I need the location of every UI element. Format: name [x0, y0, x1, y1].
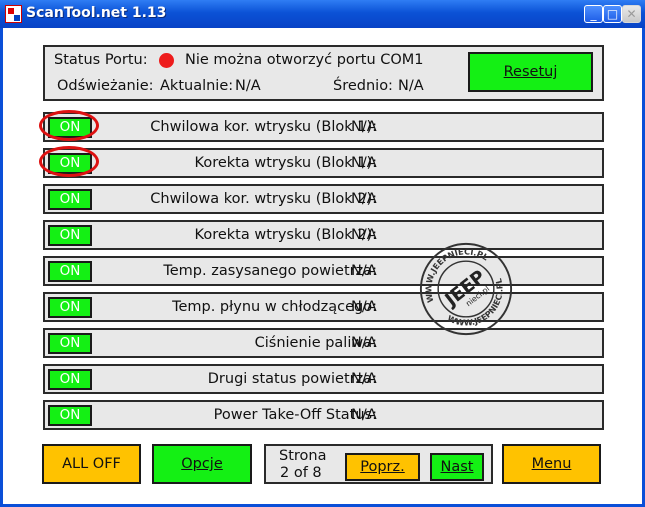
sensor-label: Temp. zasysanego powietrza:	[163, 263, 377, 279]
sensor-toggle-button[interactable]: ON	[48, 261, 92, 282]
next-page-label: Nast	[440, 459, 474, 475]
sensor-row: ON Ciśnienie paliwa: N/A	[43, 328, 604, 358]
pager-panel: Strona 2 of 8 Poprz. Nast	[264, 444, 493, 484]
sensor-value: N/A	[351, 119, 377, 135]
jeepnieci-watermark-stamp: WWW.JEEPNIECI.PL WWW.JEEPNIECI.PL JEEP n…	[418, 241, 514, 337]
sensor-row: ON Chwilowa kor. wtrysku (Blok 2): N/A	[43, 184, 604, 214]
current-rate-label: Aktualnie:	[160, 78, 234, 94]
average-rate-label: Średnio:	[333, 78, 393, 94]
sensor-value: N/A	[351, 407, 377, 423]
port-status-label: Status Portu:	[54, 52, 148, 68]
sensor-toggle-button[interactable]: ON	[48, 405, 92, 426]
sensor-label: Korekta wtrysku (Blok 1):	[194, 155, 377, 171]
sensor-label: Chwilowa kor. wtrysku (Blok 2):	[150, 191, 377, 207]
prev-page-label: Poprz.	[360, 459, 405, 475]
title-bar[interactable]: ScanTool.net 1.13 _ □ ✕	[0, 0, 645, 28]
prev-page-button[interactable]: Poprz.	[345, 453, 420, 481]
sensor-label: Chwilowa kor. wtrysku (Blok 1):	[150, 119, 377, 135]
reset-button-label: Resetuj	[503, 64, 558, 80]
current-rate-value: N/A	[235, 78, 261, 94]
sensor-toggle-button[interactable]: ON	[48, 297, 92, 318]
scantool-app-icon[interactable]	[5, 5, 22, 23]
minimize-button[interactable]: _	[584, 5, 603, 23]
next-page-button[interactable]: Nast	[430, 453, 484, 481]
sensor-toggle-button[interactable]: ON	[48, 225, 92, 246]
port-status-indicator	[159, 53, 174, 68]
sensor-value: N/A	[351, 371, 377, 387]
close-button[interactable]: ✕	[622, 5, 641, 23]
sensor-row: ON Drugi status powietrza: N/A	[43, 364, 604, 394]
all-off-button[interactable]: ALL OFF	[42, 444, 141, 484]
sensor-row: ON Power Take-Off Status: N/A	[43, 400, 604, 430]
sensor-value: N/A	[351, 299, 377, 315]
sensor-row: ON Korekta wtrysku (Blok 1): N/A	[39, 146, 604, 178]
maximize-button[interactable]: □	[603, 5, 622, 23]
sensor-row: ON Chwilowa kor. wtrysku (Blok 1): N/A	[39, 110, 604, 142]
options-button[interactable]: Opcje	[152, 444, 252, 484]
sensor-toggle-button[interactable]: ON	[48, 369, 92, 390]
sensor-row: ON Korekta wtrysku (Blok 2): N/A	[43, 220, 604, 250]
window-title: ScanTool.net 1.13	[26, 5, 167, 21]
sensor-value: N/A	[351, 155, 377, 171]
menu-button-label: Menu	[531, 456, 572, 472]
options-button-label: Opcje	[181, 456, 223, 472]
sensor-label: Temp. płynu w chłodzącego:	[172, 299, 377, 315]
red-highlight-circle	[39, 146, 99, 177]
sensor-row: ON Temp. płynu w chłodzącego: N/A	[43, 292, 604, 322]
sensor-value: N/A	[351, 191, 377, 207]
sensor-value: N/A	[351, 335, 377, 351]
page-info: 2 of 8	[280, 465, 322, 481]
port-status-message: Nie można otworzyć portu COM1	[185, 52, 424, 68]
reset-button[interactable]: Resetuj	[468, 52, 593, 92]
page-label: Strona	[279, 448, 327, 464]
menu-button[interactable]: Menu	[502, 444, 601, 484]
app-window: ScanTool.net 1.13 _ □ ✕ Status Portu: Ni…	[0, 0, 645, 507]
sensor-value: N/A	[351, 263, 377, 279]
sensor-label: Korekta wtrysku (Blok 2):	[194, 227, 377, 243]
red-highlight-circle	[39, 110, 99, 141]
sensor-toggle-button[interactable]: ON	[48, 189, 92, 210]
sensor-value: N/A	[351, 227, 377, 243]
client-area: Status Portu: Nie można otworzyć portu C…	[3, 28, 642, 504]
average-rate-value: N/A	[398, 78, 424, 94]
refresh-label: Odświeżanie:	[57, 78, 154, 94]
sensor-row: ON Temp. zasysanego powietrza: N/A	[43, 256, 604, 286]
sensor-toggle-button[interactable]: ON	[48, 333, 92, 354]
